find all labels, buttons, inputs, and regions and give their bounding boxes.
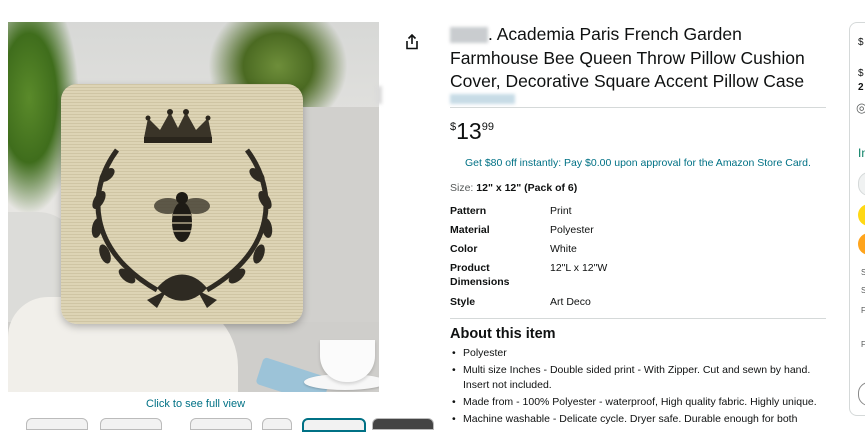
blur-mark [376, 86, 382, 104]
buybox-label: F [861, 306, 865, 315]
location-icon[interactable]: ◎ [856, 100, 865, 116]
thumbnail-selected[interactable] [302, 418, 366, 432]
bullet-item: Made from - 100% Polyester - waterproof,… [450, 395, 830, 410]
thumbnail[interactable] [190, 418, 252, 430]
spec-value: 12"L x 12"W [550, 262, 608, 274]
product-specs-table: Pattern Print Material Polyester Color W… [450, 204, 607, 314]
main-product-image[interactable] [8, 22, 379, 392]
divider [450, 107, 826, 108]
price-symbol: $ [450, 121, 457, 133]
bullet-item: Polyester [450, 346, 830, 361]
thumbnail[interactable] [372, 418, 434, 430]
buybox-text: 2 [858, 82, 864, 93]
share-icon[interactable] [404, 34, 420, 50]
spec-row: Pattern Print [450, 204, 607, 223]
spec-row: Color White [450, 242, 607, 261]
spec-key: Style [450, 296, 476, 308]
bee-icon [154, 192, 210, 242]
spec-row: Material Polyester [450, 223, 607, 242]
stock-status: In [858, 146, 865, 160]
bullet-item: Machine washable - Delicate cycle. Dryer… [450, 412, 830, 427]
buybox-price: $ [858, 37, 864, 48]
price-fraction: 99 [481, 121, 494, 133]
size-selection: Size: 12" x 12" (Pack of 6) [450, 182, 577, 194]
about-bullets: Polyester Multi size Inches - Double sid… [450, 346, 830, 429]
buybox-text: $ [858, 68, 864, 79]
spec-value: Polyester [550, 224, 594, 236]
spec-key: Pattern [450, 205, 487, 217]
pillow [61, 84, 303, 324]
buybox-label: S [861, 268, 865, 277]
size-label: Size: [450, 182, 477, 194]
buybox-label: S [861, 286, 865, 295]
about-heading: About this item [450, 326, 556, 342]
store-link-blurred[interactable] [450, 94, 515, 104]
spec-value: Print [550, 205, 572, 217]
price-whole: 13 [456, 118, 482, 144]
bullet-item: Multi size Inches - Double sided print -… [450, 363, 830, 393]
spec-row: Style Art Deco [450, 295, 607, 314]
spec-value: Art Deco [550, 296, 591, 308]
spec-key: Color [450, 243, 478, 255]
buybox-label: F [861, 340, 865, 349]
spec-key: Material [450, 224, 490, 236]
spec-row: Product Dimensions 12"L x 12"W [450, 261, 607, 295]
size-value: 12" x 12" (Pack of 6) [476, 182, 578, 194]
spec-key: Product Dimensions [450, 262, 510, 288]
thumbnail[interactable] [262, 418, 292, 430]
crown-icon [144, 109, 212, 143]
thumbnail[interactable] [100, 418, 162, 430]
store-card-promo-link[interactable]: Get $80 off instantly: Pay $0.00 upon ap… [465, 157, 811, 169]
divider [450, 318, 826, 319]
product-title: . Academia Paris French Garden Farmhouse… [450, 24, 805, 91]
price: $1399 [450, 118, 494, 145]
spec-value: White [550, 243, 577, 255]
thumbnail[interactable] [26, 418, 88, 430]
view-full-image-link[interactable]: Click to see full view [146, 398, 245, 410]
